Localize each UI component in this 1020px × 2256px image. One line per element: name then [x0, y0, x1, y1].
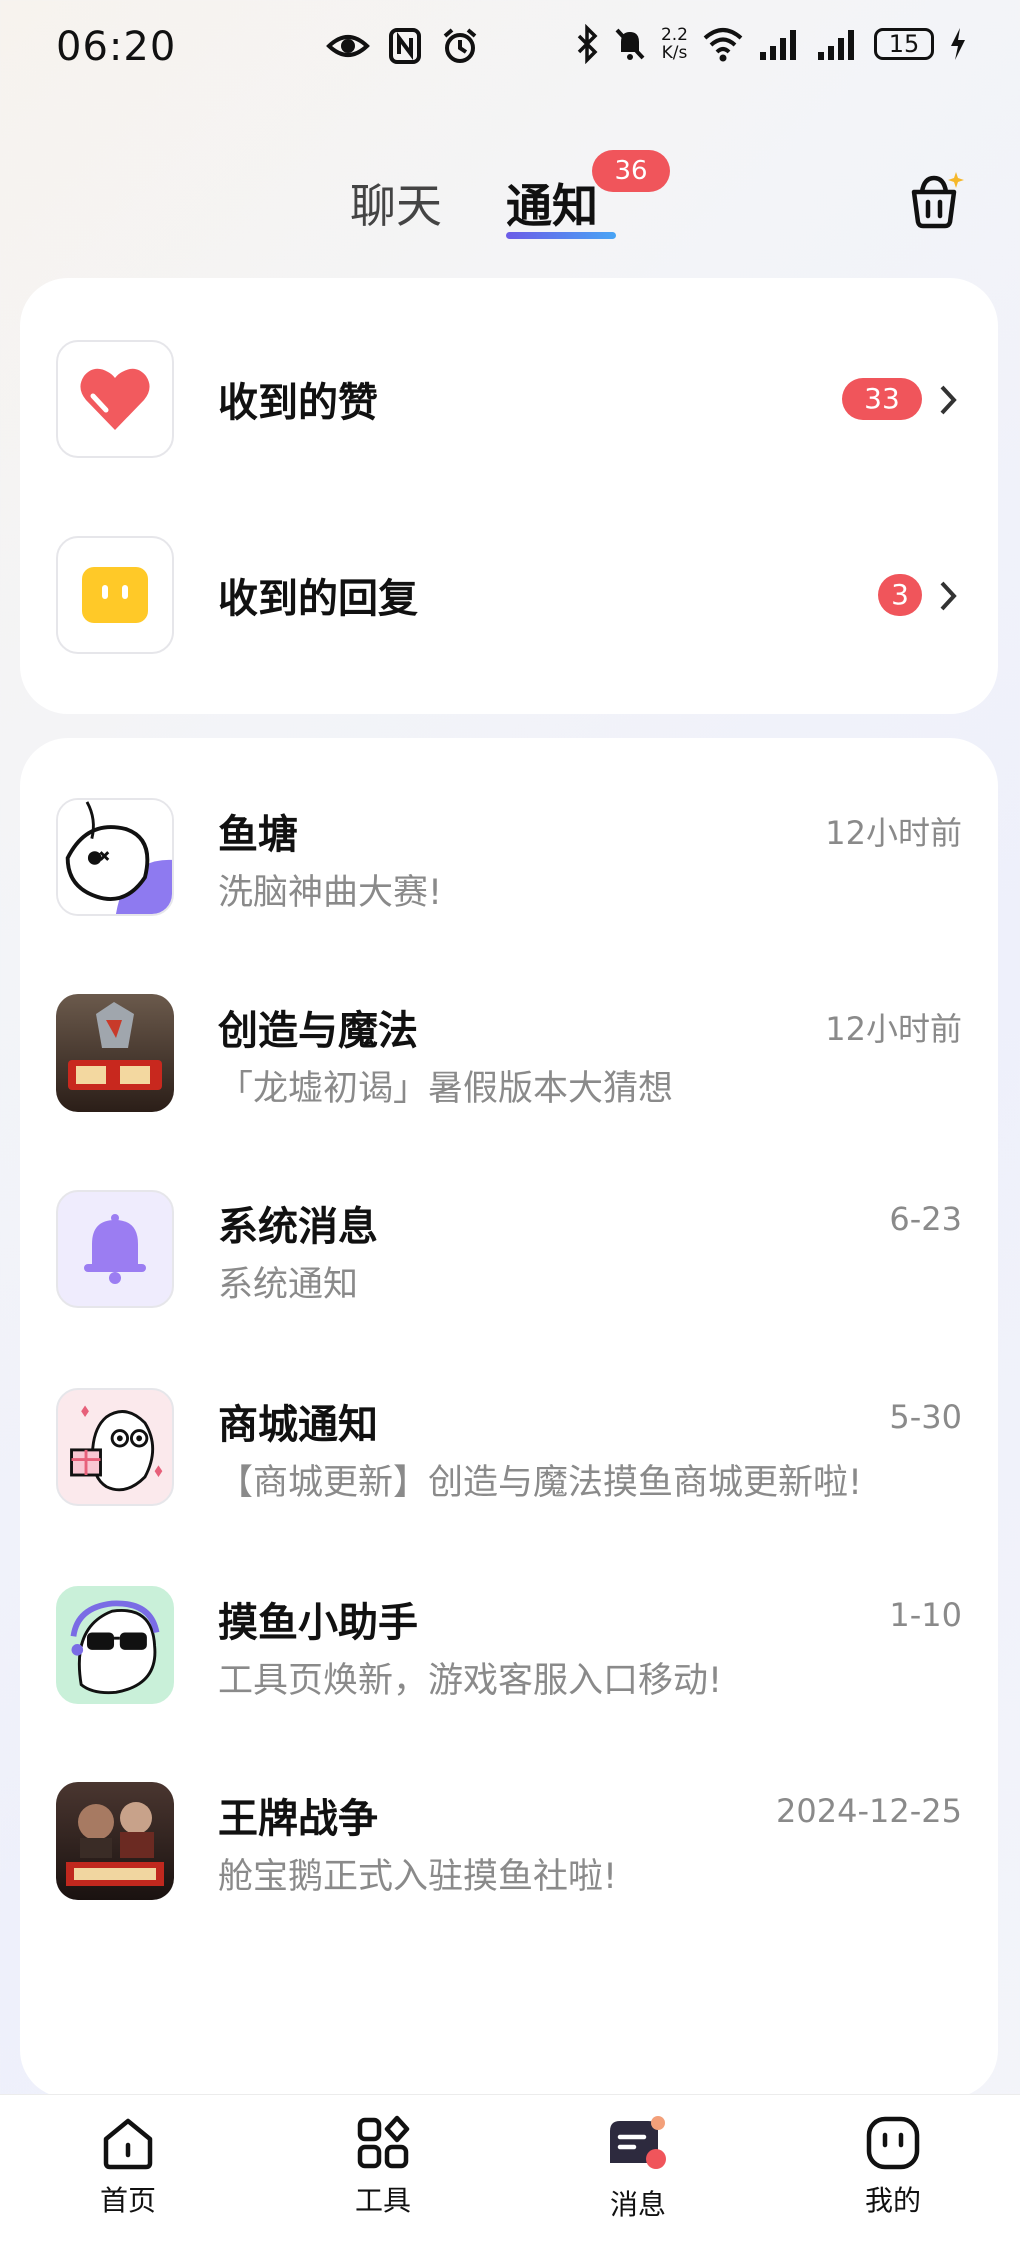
bottom-nav: 首页 工具 消息 我的 [0, 2094, 1020, 2256]
item-subtitle: 「龙墟初谒」暑假版本大猜想 [218, 1069, 674, 1109]
status-time: 06:20 [56, 24, 177, 70]
tab-active-indicator [506, 232, 616, 239]
top-tabs: 聊天 通知 36 [0, 150, 1020, 250]
item-time: 12小时前 [825, 1010, 962, 1048]
status-bar: 06:20 2.2 K/s 15 [0, 0, 1020, 100]
item-time: 5-30 [889, 1398, 962, 1436]
tab-notify[interactable]: 通知 [506, 170, 598, 236]
list-item[interactable]: 创造与魔法 「龙墟初谒」暑假版本大猜想 12小时前 [56, 994, 962, 1116]
nav-tools[interactable]: 工具 [303, 2115, 463, 2219]
item-title: 王牌战争 [218, 1796, 378, 1842]
charging-icon [951, 28, 965, 60]
item-title: 创造与魔法 [218, 1008, 418, 1054]
assistant-mascot-icon [56, 1586, 174, 1704]
home-icon [103, 2118, 153, 2170]
signal-icon [760, 30, 796, 60]
item-time: 1-10 [889, 1596, 962, 1634]
bluetooth-icon [577, 24, 598, 64]
chevron-right-icon [940, 385, 957, 415]
nav-label: 工具 [354, 2184, 411, 2217]
list-item[interactable]: 鱼塘 洗脑神曲大赛! 12小时前 [56, 798, 962, 920]
nav-profile[interactable]: 我的 [813, 2115, 973, 2219]
replies-count-badge: 3 [878, 574, 922, 616]
bell-icon [56, 1190, 174, 1308]
nav-label: 首页 [99, 2184, 156, 2217]
fish-pond-icon [56, 798, 174, 916]
profile-icon [866, 2116, 920, 2170]
replies-row[interactable]: 收到的回复 3 [56, 536, 962, 654]
item-time: 6-23 [889, 1200, 962, 1238]
notify-count-badge: 36 [592, 150, 670, 192]
list-item[interactable]: 王牌战争 舱宝鹅正式入驻摸鱼社啦! 2024-12-25 [56, 1782, 962, 1904]
item-subtitle: 系统通知 [218, 1265, 359, 1305]
item-subtitle: 工具页焕新，游戏客服入口移动! [218, 1661, 723, 1701]
item-time: 2024-12-25 [776, 1792, 962, 1830]
clean-basket-icon[interactable] [904, 168, 966, 230]
item-subtitle: 洗脑神曲大赛! [218, 873, 443, 913]
nav-label: 消息 [609, 2188, 666, 2221]
nfc-icon [389, 28, 421, 64]
nav-label: 我的 [864, 2184, 921, 2217]
replies-title: 收到的回复 [218, 576, 418, 622]
notification-list: 鱼塘 洗脑神曲大赛! 12小时前 创造与魔法 「龙墟初谒」暑假版本大猜想 12小… [20, 738, 998, 2098]
item-time: 12小时前 [825, 814, 962, 852]
likes-title: 收到的赞 [218, 380, 378, 426]
message-icon [610, 2116, 666, 2169]
heart-icon [56, 340, 174, 458]
list-item[interactable]: 摸鱼小助手 工具页焕新，游戏客服入口移动! 1-10 [56, 1586, 962, 1708]
item-subtitle: 【商城更新】创造与魔法摸鱼商城更新啦! [218, 1463, 863, 1503]
item-title: 商城通知 [218, 1402, 378, 1448]
mall-mascot-icon [56, 1388, 174, 1506]
nav-message[interactable]: 消息 [558, 2115, 718, 2223]
tab-chat[interactable]: 聊天 [350, 170, 442, 236]
game-creation-magic-icon [56, 994, 174, 1112]
list-item[interactable]: 系统消息 系统通知 6-23 [56, 1190, 962, 1312]
nav-home[interactable]: 首页 [48, 2115, 208, 2219]
tools-icon [357, 2115, 410, 2169]
item-subtitle: 舱宝鹅正式入驻摸鱼社啦! [218, 1857, 618, 1897]
likes-count-badge: 33 [842, 378, 922, 420]
likes-row[interactable]: 收到的赞 33 [56, 340, 962, 458]
battery-indicator: 15 [874, 28, 934, 60]
item-title: 鱼塘 [218, 812, 298, 858]
game-war-icon [56, 1782, 174, 1900]
list-item[interactable]: 商城通知 【商城更新】创造与魔法摸鱼商城更新啦! 5-30 [56, 1388, 962, 1510]
eye-icon [326, 35, 370, 57]
mute-icon [615, 28, 645, 60]
interaction-summary-card: 收到的赞 33 收到的回复 3 [20, 278, 998, 714]
chevron-right-icon [940, 581, 957, 611]
reply-icon [56, 536, 174, 654]
signal-icon-2 [818, 30, 854, 60]
wifi-icon [703, 28, 743, 62]
item-title: 系统消息 [218, 1204, 378, 1250]
alarm-icon [443, 28, 477, 63]
item-title: 摸鱼小助手 [218, 1600, 418, 1646]
